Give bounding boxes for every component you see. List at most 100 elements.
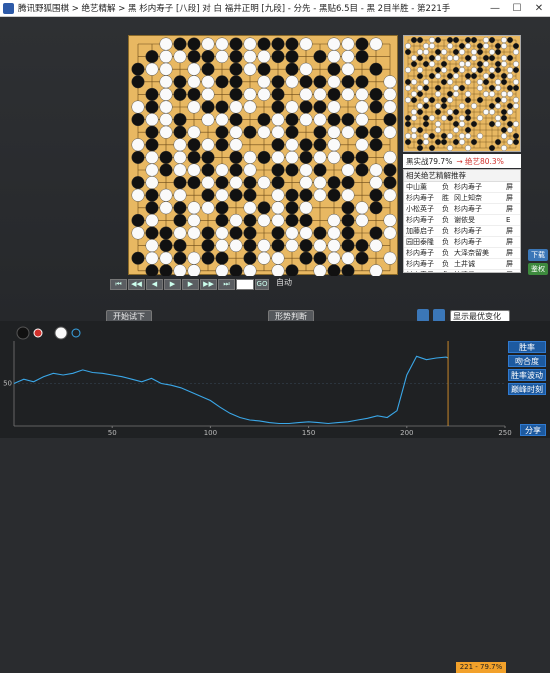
- related-cell: 屏: [506, 270, 516, 272]
- mini-white-stone: [501, 97, 507, 103]
- white-stone: [313, 264, 327, 276]
- black-toggle-icon[interactable]: [16, 326, 30, 340]
- mini-white-stone: [471, 49, 477, 55]
- win-rate-plot: 50 100 150 200 250 50: [3, 326, 512, 437]
- mini-white-stone: [405, 85, 411, 91]
- white-stone: [299, 163, 313, 177]
- auth-button[interactable]: 鉴权: [528, 263, 548, 275]
- related-row[interactable]: 杉内寿子负大泽奈留美 屏: [404, 248, 520, 259]
- go-board[interactable]: [128, 35, 398, 276]
- mini-white-stone: [513, 121, 519, 127]
- white-stone: [145, 113, 159, 127]
- move-number-input[interactable]: [236, 279, 254, 290]
- mini-black-stone: [453, 49, 459, 55]
- related-row[interactable]: 园田泰隆负杉内寿子 屏: [404, 237, 520, 248]
- mini-white-stone: [459, 121, 465, 127]
- white-stone: [159, 87, 173, 101]
- mini-black-stone: [507, 85, 513, 91]
- mini-black-stone: [489, 85, 495, 91]
- mini-white-stone: [459, 115, 465, 121]
- download-button[interactable]: 下载: [528, 249, 548, 261]
- white-stone: [187, 201, 201, 215]
- related-cell: 负: [442, 227, 449, 235]
- white-stone: [159, 201, 173, 215]
- black-stone: [215, 251, 229, 265]
- white-stone: [285, 239, 299, 253]
- related-cell: 屏: [506, 227, 513, 235]
- prev-10-button[interactable]: ◀◀: [128, 279, 145, 290]
- mini-white-stone: [447, 79, 453, 85]
- mini-black-stone: [513, 139, 519, 145]
- mini-white-stone: [465, 79, 471, 85]
- chart-mode-button[interactable]: 胜率: [508, 341, 546, 353]
- white-stone: [299, 226, 313, 240]
- related-row[interactable]: 杉内寿子负竹清勇屏: [404, 270, 520, 272]
- chart-mode-button[interactable]: 巅峰时刻: [508, 383, 546, 395]
- mini-black-stone: [417, 55, 423, 61]
- mini-black-stone: [513, 133, 519, 139]
- black-color-icon[interactable]: [33, 328, 43, 338]
- related-row[interactable]: 加藤启子负杉内寿子 屏: [404, 226, 520, 237]
- mini-white-stone: [405, 67, 411, 73]
- next-move-button[interactable]: ▶: [182, 279, 199, 290]
- mini-black-stone: [441, 79, 447, 85]
- black-stone: [243, 213, 257, 227]
- white-stone: [327, 100, 341, 114]
- white-stone: [173, 226, 187, 240]
- mini-white-stone: [441, 115, 447, 121]
- white-stone: [341, 62, 355, 76]
- white-stone: [145, 62, 159, 76]
- black-stone: [187, 50, 201, 64]
- close-button[interactable]: ✕: [528, 3, 550, 14]
- white-stone: [187, 251, 201, 265]
- white-stone: [201, 201, 215, 215]
- related-cell: 负: [442, 260, 449, 268]
- mini-white-stone: [447, 43, 453, 49]
- chart-mode-button[interactable]: 胜率波动: [508, 369, 546, 381]
- white-stone: [327, 125, 341, 139]
- related-row[interactable]: 杉内寿子胜冈上知奈 屏: [404, 193, 520, 204]
- related-row[interactable]: 杉内寿子负谢依旻 E: [404, 215, 520, 226]
- mini-black-stone: [405, 121, 411, 127]
- chart-mode-button[interactable]: 吻合度: [508, 355, 546, 367]
- mini-black-stone: [459, 85, 465, 91]
- black-stone: [215, 201, 229, 215]
- related-row[interactable]: 中山薰 负杉内寿子 屏: [404, 182, 520, 193]
- related-row[interactable]: 小松英子负杉内寿子 屏: [404, 204, 520, 215]
- black-stone: [201, 163, 215, 177]
- go-button[interactable]: GO: [255, 279, 269, 290]
- first-move-button[interactable]: ⏮: [110, 279, 127, 290]
- black-stone: [355, 37, 369, 51]
- white-stone: [327, 75, 341, 89]
- white-stone: [355, 201, 369, 215]
- mini-white-stone: [435, 73, 441, 79]
- mini-white-stone: [453, 73, 459, 79]
- minimize-button[interactable]: —: [484, 3, 506, 14]
- prev-move-button[interactable]: ◀: [146, 279, 163, 290]
- mini-white-stone: [501, 91, 507, 97]
- white-toggle-icon[interactable]: [54, 326, 68, 340]
- mini-white-stone: [489, 67, 495, 73]
- mini-white-stone: [423, 49, 429, 55]
- related-row[interactable]: 杉内寿子负土井诚屏: [404, 259, 520, 270]
- next-10-button[interactable]: ▶▶: [200, 279, 217, 290]
- play-button[interactable]: ▶: [164, 279, 181, 290]
- white-stone: [243, 87, 257, 101]
- mini-black-stone: [507, 103, 513, 109]
- black-stone: [187, 176, 201, 190]
- white-stone: [201, 138, 215, 152]
- last-move-button[interactable]: ⏭: [218, 279, 235, 290]
- mini-black-stone: [471, 37, 477, 43]
- auto-play-button[interactable]: 自动: [272, 277, 296, 290]
- mini-white-stone: [435, 127, 441, 133]
- black-stone: [313, 251, 327, 265]
- black-stone: [355, 150, 369, 164]
- black-stone: [285, 125, 299, 139]
- share-button[interactable]: 分享: [520, 424, 546, 436]
- mini-white-stone: [501, 43, 507, 49]
- maximize-button[interactable]: ☐: [506, 3, 528, 14]
- mini-black-stone: [429, 55, 435, 61]
- mini-black-stone: [495, 49, 501, 55]
- mini-white-stone: [405, 43, 411, 49]
- white-color-icon[interactable]: [71, 328, 81, 338]
